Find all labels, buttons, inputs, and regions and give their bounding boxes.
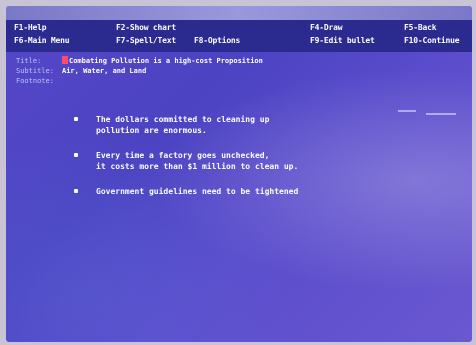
bullet-line: it costs more than $1 million to clean u… — [96, 162, 299, 171]
f9-edit-bullet-key[interactable]: F9-Edit bullet — [310, 36, 375, 45]
f6-main-menu-key[interactable]: F6-Main Menu — [14, 36, 70, 45]
bullet-line: The dollars committed to cleaning up — [96, 115, 270, 124]
title-label: Title: — [16, 57, 42, 65]
title-value[interactable]: Combating Pollution is a high-cost Propo… — [69, 57, 263, 65]
subtitle-label: Subtitle: — [16, 67, 54, 75]
f8-options-key[interactable]: F8-Options — [194, 36, 240, 45]
bullet-marker — [74, 117, 78, 121]
bullet-item[interactable]: The dollars committed to cleaning up pol… — [70, 114, 298, 136]
f4-draw-key[interactable]: F4-Draw — [310, 23, 343, 32]
title-bar — [6, 6, 472, 20]
screen-streak — [398, 110, 416, 112]
bullet-marker — [74, 189, 78, 193]
bullet-line: pollution are enormous. — [96, 126, 207, 135]
bullet-marker — [74, 153, 78, 157]
footnote-label: Footnote: — [16, 77, 54, 85]
subtitle-value[interactable]: Air, Water, and Land — [62, 67, 146, 75]
chart-text-fields: Title: Combating Pollution is a high-cost… — [16, 56, 263, 86]
bullet-item[interactable]: Government guidelines need to be tighten… — [70, 186, 298, 197]
subtitle-field[interactable]: Subtitle: Air, Water, and Land — [16, 66, 263, 76]
monitor-screen: F1-Help F2-Show chart F4-Draw F5-Back F6… — [6, 6, 472, 342]
f5-back-key[interactable]: F5-Back — [404, 23, 437, 32]
bullet-line: Every time a factory goes unchecked, — [96, 151, 270, 160]
f10-continue-key[interactable]: F10-Continue — [404, 36, 460, 45]
function-key-bar: F1-Help F2-Show chart F4-Draw F5-Back F6… — [6, 20, 472, 52]
title-field[interactable]: Title: Combating Pollution is a high-cost… — [16, 56, 263, 66]
bullet-item[interactable]: Every time a factory goes unchecked, it … — [70, 150, 298, 172]
f7-spell-text-key[interactable]: F7-Spell/Text — [116, 36, 176, 45]
footnote-field[interactable]: Footnote: — [16, 76, 263, 86]
bullet-list: The dollars committed to cleaning up pol… — [70, 114, 298, 211]
f1-help-key[interactable]: F1-Help — [14, 23, 47, 32]
bullet-line: Government guidelines need to be tighten… — [96, 187, 299, 196]
f2-show-chart-key[interactable]: F2-Show chart — [116, 23, 176, 32]
text-cursor — [62, 56, 68, 64]
screen-streak — [426, 113, 456, 115]
